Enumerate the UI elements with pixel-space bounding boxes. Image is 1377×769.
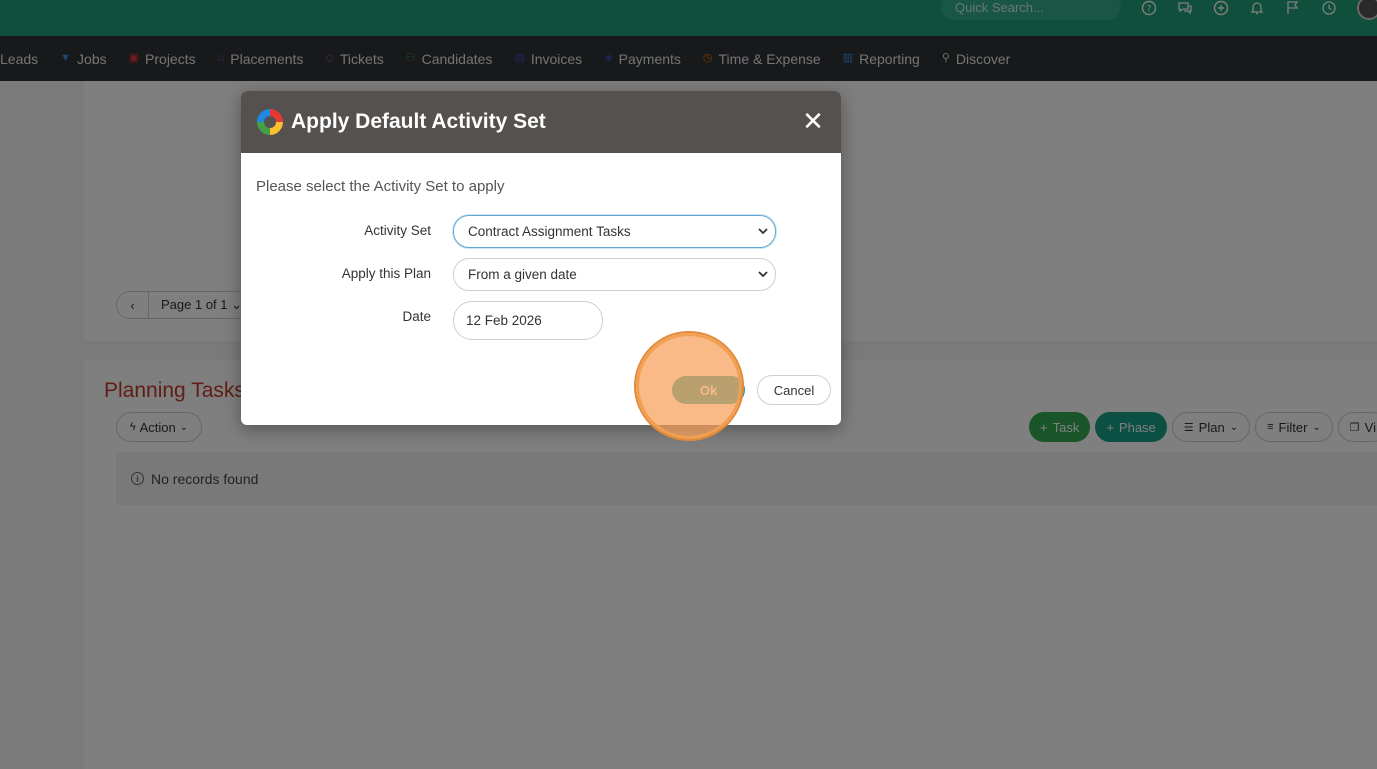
date-field[interactable]: 12 Feb 2026 [453, 301, 603, 340]
app-logo-icon [257, 109, 283, 135]
cancel-button[interactable]: Cancel [757, 375, 831, 405]
activity-set-label: Activity Set [364, 223, 431, 238]
chevron-down-icon [758, 228, 768, 235]
close-icon[interactable]: ✕ [799, 107, 827, 135]
apply-activity-set-dialog: Apply Default Activity Set ✕ Please sele… [241, 91, 841, 425]
dialog-header: Apply Default Activity Set ✕ [241, 91, 841, 153]
apply-plan-value: From a given date [468, 267, 577, 282]
date-value: 12 Feb 2026 [466, 313, 542, 328]
date-label: Date [402, 309, 431, 324]
ok-button[interactable]: Ok [672, 376, 745, 404]
activity-set-value: Contract Assignment Tasks [468, 224, 631, 239]
dialog-title: Apply Default Activity Set [291, 110, 546, 133]
apply-plan-label: Apply this Plan [341, 266, 431, 281]
activity-set-select[interactable]: Contract Assignment Tasks [453, 215, 776, 248]
dialog-subtitle: Please select the Activity Set to apply [256, 178, 505, 195]
apply-plan-select[interactable]: From a given date [453, 258, 776, 291]
chevron-down-icon [758, 271, 768, 278]
